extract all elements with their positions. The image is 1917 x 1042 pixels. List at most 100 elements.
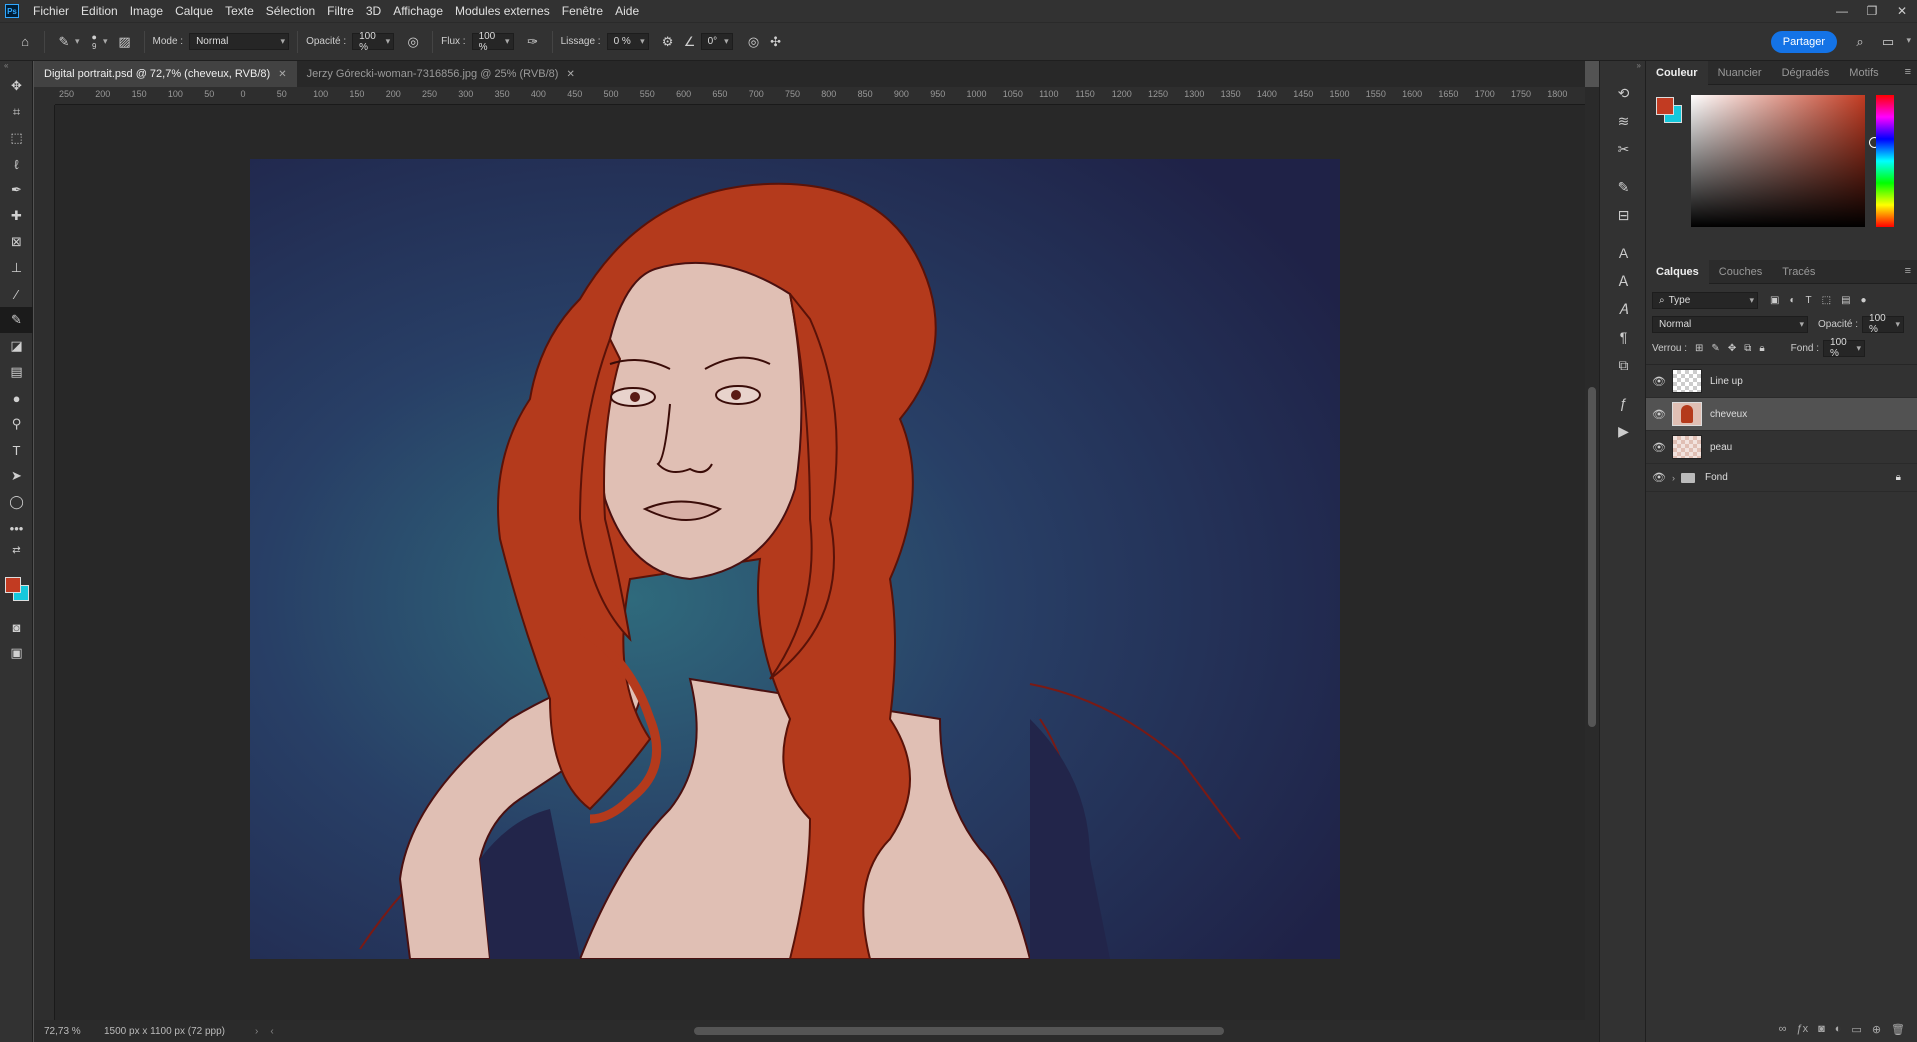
crop-tool-icon[interactable]: ⌗ — [0, 99, 33, 125]
menu-texte[interactable]: Texte — [219, 4, 260, 18]
pressure-size-icon[interactable]: ◎ — [743, 31, 765, 53]
restore-icon[interactable]: ❐ — [1857, 0, 1887, 22]
new-group-icon[interactable]: ▭ — [1851, 1023, 1861, 1036]
close-icon[interactable]: ✕ — [566, 69, 574, 80]
lock-transparent-icon[interactable]: ⊞ — [1695, 343, 1703, 354]
fx-icon[interactable]: ƒ — [1600, 389, 1647, 417]
character-styles-icon[interactable]: 𝐴 — [1600, 295, 1647, 323]
chevron-down-icon[interactable]: ▾ — [1906, 35, 1911, 46]
marquee-tool-icon[interactable]: ⬚ — [0, 125, 33, 151]
tab-motifs[interactable]: Motifs — [1839, 61, 1888, 85]
close-icon[interactable]: ✕ — [278, 69, 286, 80]
layer-name[interactable]: Fond — [1705, 472, 1728, 483]
path-selection-tool-icon[interactable]: ➤ — [0, 463, 33, 489]
brush-size-picker[interactable]: ● 9 — [92, 32, 97, 51]
clone-source-icon[interactable]: ⧉ — [1600, 351, 1647, 379]
fx-icon[interactable]: ƒx — [1796, 1023, 1808, 1035]
brush-tool-preset-icon[interactable]: ✎ — [53, 31, 75, 53]
menu-calque[interactable]: Calque — [169, 4, 219, 18]
tools-icon[interactable]: ✂ — [1600, 135, 1647, 163]
move-tool-icon[interactable]: ✥ — [0, 73, 33, 99]
scroll-left-icon[interactable]: ‹ — [270, 1026, 273, 1037]
blur-tool-icon[interactable]: ● — [0, 385, 33, 411]
type-tool-icon[interactable]: T — [0, 437, 33, 463]
tab-couches[interactable]: Couches — [1709, 260, 1772, 284]
pen-tool-icon[interactable]: ✒ — [0, 177, 33, 203]
foreground-color-swatch[interactable] — [1656, 97, 1674, 115]
hue-slider[interactable] — [1876, 95, 1894, 227]
panel-menu-icon[interactable]: ≡ — [1905, 66, 1911, 78]
filter-pixel-icon[interactable]: ▣ — [1770, 295, 1779, 306]
tab-calques[interactable]: Calques — [1646, 259, 1709, 284]
character-icon[interactable]: A — [1600, 239, 1647, 267]
gear-icon[interactable]: ⚙ — [657, 31, 679, 53]
panel-menu-icon[interactable]: ≡ — [1905, 265, 1911, 277]
menu-image[interactable]: Image — [124, 4, 169, 18]
home-icon[interactable]: ⌂ — [14, 31, 36, 53]
menu-fenetre[interactable]: Fenêtre — [556, 4, 609, 18]
share-button[interactable]: Partager — [1770, 31, 1837, 53]
lock-position-icon[interactable]: ✥ — [1728, 343, 1736, 354]
lissage-field[interactable]: 0 % — [606, 33, 649, 50]
stamp-tool-icon[interactable]: ⊥ — [0, 255, 33, 281]
spot-healing-tool-icon[interactable]: ✚ — [0, 203, 33, 229]
vertical-scrollbar[interactable] — [1585, 87, 1599, 1020]
opacity-field[interactable]: 100 % — [352, 31, 395, 53]
actions-play-icon[interactable]: ▶ — [1600, 417, 1647, 445]
angle-field[interactable]: 0° — [700, 33, 733, 50]
menu-aide[interactable]: Aide — [609, 4, 645, 18]
eraser-tool-icon[interactable]: ◪ — [0, 333, 33, 359]
filter-adjustment-icon[interactable]: ◐ — [1789, 295, 1795, 306]
menu-filtre[interactable]: Filtre — [321, 4, 360, 18]
layer-filter-dropdown[interactable]: ⌕ Type — [1652, 291, 1758, 309]
ellipse-tool-icon[interactable]: ◯ — [0, 489, 33, 515]
lock-pixels-icon[interactable]: ✎ — [1711, 343, 1719, 354]
tab-traces[interactable]: Tracés — [1772, 260, 1825, 284]
tab-jerzy-gorecki[interactable]: Jerzy Górecki-woman-7316856.jpg @ 25% (R… — [297, 61, 585, 87]
foreground-color-swatch[interactable] — [5, 577, 21, 593]
close-icon[interactable]: ✕ — [1887, 0, 1917, 22]
eyedropper-tool-icon[interactable]: ⁄ — [0, 281, 33, 307]
brush-settings-icon[interactable]: ✎ — [1600, 173, 1647, 201]
menu-edition[interactable]: Edition — [75, 4, 124, 18]
gradient-tool-icon[interactable]: ▤ — [0, 359, 33, 385]
lock-artboard-icon[interactable]: ⧉ — [1744, 343, 1751, 354]
mode-dropdown[interactable]: Normal — [189, 33, 290, 50]
new-layer-icon[interactable]: ⊕ — [1872, 1023, 1881, 1036]
color-field[interactable] — [1691, 95, 1880, 227]
paragraph-icon[interactable]: ¶ — [1600, 323, 1647, 351]
filter-smart-object-icon[interactable]: ▤ — [1841, 295, 1850, 306]
visibility-eye-icon[interactable]: 👁︎ — [1646, 375, 1672, 388]
blend-mode-dropdown[interactable]: Normal — [1652, 315, 1808, 333]
pressure-opacity-icon[interactable]: ◎ — [402, 31, 424, 53]
layer-opacity-field[interactable]: 100 % — [1862, 313, 1905, 335]
chevron-right-icon[interactable]: › — [1672, 473, 1675, 483]
horizontal-scrollbar-thumb[interactable] — [694, 1027, 1224, 1035]
visibility-eye-icon[interactable]: 👁︎ — [1646, 408, 1672, 421]
chevron-right-icon[interactable]: › — [255, 1026, 258, 1037]
brush-tool-icon[interactable]: ✎ — [0, 307, 33, 333]
brush-settings-icon[interactable]: ▨ — [114, 31, 136, 53]
layer-line-up[interactable]: 👁︎ Line up — [1646, 365, 1917, 398]
trash-icon[interactable]: 🗑︎ — [1891, 1023, 1905, 1036]
collapse-icon[interactable]: « — [0, 61, 32, 73]
layer-cheveux[interactable]: 👁︎ cheveux — [1646, 398, 1917, 431]
lasso-tool-icon[interactable]: ℓ — [0, 151, 33, 177]
horizontal-ruler[interactable]: 250 200 150 100 50 0 50 100 150 200 250 300 350 400 45… — [55, 87, 1585, 105]
add-mask-icon[interactable]: ◙ — [1818, 1023, 1825, 1035]
frame-tool-icon[interactable]: ⊠ — [0, 229, 33, 255]
link-layers-icon[interactable]: ∞ — [1779, 1023, 1787, 1035]
menu-selection[interactable]: Sélection — [260, 4, 321, 18]
properties-icon[interactable]: ⊟ — [1600, 201, 1647, 229]
portrait-artwork[interactable] — [250, 159, 1340, 959]
tab-couleur[interactable]: Couleur — [1646, 60, 1708, 85]
symmetry-icon[interactable]: ✣ — [765, 31, 787, 53]
fill-field[interactable]: 100 % — [1823, 337, 1866, 359]
workspace-icon[interactable]: ▭ — [1877, 31, 1899, 53]
quick-mask-icon[interactable]: ◙ — [0, 614, 33, 640]
history-icon[interactable]: ⟲ — [1600, 79, 1647, 107]
layer-peau[interactable]: 👁︎ peau — [1646, 431, 1917, 464]
canvas-area[interactable] — [55, 105, 1585, 1020]
lock-all-icon[interactable]: 🔒︎ — [1759, 343, 1764, 354]
collapse-icon[interactable]: » — [1600, 61, 1645, 79]
